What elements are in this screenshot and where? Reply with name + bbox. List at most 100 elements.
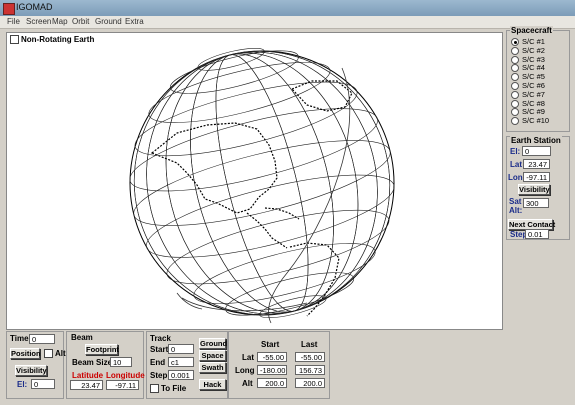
long-start-field[interactable]: -180.00 (257, 365, 287, 375)
long-last-field[interactable]: 156.73 (295, 365, 325, 375)
values-long-label: Long (235, 366, 255, 375)
spacecraft-radio[interactable]: S/C #6 (511, 81, 545, 91)
footprint-button[interactable]: Footprint (85, 344, 119, 355)
bottom-panel: Time 0 Position Alt Visibility El: 0 Bea… (6, 331, 501, 401)
alt-start-field[interactable]: 200.0 (257, 378, 287, 388)
lat-start-field[interactable]: -55.00 (257, 352, 287, 362)
spacecraft-radio[interactable]: S/C #2 (511, 46, 545, 55)
parallel-line (259, 295, 327, 319)
menu-file[interactable]: File (7, 17, 20, 26)
beam-group: Beam Footprint Beam Size 10 Latitude Lon… (66, 331, 145, 399)
title-bar: IGOMAD (0, 0, 575, 16)
earth-globe (129, 47, 395, 324)
meridian-line (133, 50, 391, 316)
radio-icon (511, 73, 519, 82)
to-file-label: To File (161, 384, 187, 393)
spacecraft-radio-label: S/C #8 (522, 98, 545, 108)
alt-last-field[interactable]: 200.0 (295, 378, 325, 388)
parallel-line (193, 243, 376, 304)
station-visibility-button[interactable]: Visibility (518, 184, 550, 195)
parallel-line (148, 62, 331, 123)
spacecraft-radio-label: S/C #9 (522, 107, 545, 117)
track-title: Track (150, 334, 171, 343)
track-step-label: Step (150, 371, 168, 380)
app-window: IGOMAD File Screen Map Orbit Ground Extr… (0, 0, 575, 405)
hack-button[interactable]: Hack (199, 379, 226, 390)
col-start-header: Start (261, 340, 280, 349)
spacecraft-radio-label: S/C #3 (522, 54, 545, 64)
earth-station-title: Earth Station (510, 136, 562, 145)
checkbox-icon (44, 349, 53, 359)
track-end-label: End (150, 358, 166, 367)
spacecraft-radio-label: S/C #10 (522, 116, 550, 126)
menu-extra[interactable]: Extra (125, 17, 144, 26)
parallel-line (197, 47, 265, 71)
globe-canvas[interactable]: Non-Rotating Earth (6, 32, 503, 330)
visibility-button[interactable]: Visibility (15, 365, 47, 376)
swath-button[interactable]: Swath (199, 362, 226, 373)
track-group: Track Start 0 End c1 Step 0.001 To File … (146, 331, 228, 399)
beam-size-label: Beam Size (72, 358, 113, 367)
spacecraft-radio-label: S/C #4 (522, 63, 545, 73)
spacecraft-radio[interactable]: S/C #5 (511, 72, 545, 82)
spacecraft-radio[interactable]: S/C #9 (511, 107, 545, 117)
longitude-field[interactable]: -97.11 (106, 380, 139, 390)
spacecraft-radio-label: S/C #6 (522, 81, 545, 90)
longitude-label: Longitude (106, 371, 145, 380)
values-alt-label: Alt (242, 379, 253, 388)
spacecraft-radio[interactable]: S/C #4 (511, 63, 545, 73)
menu-orbit[interactable]: Orbit (72, 17, 89, 26)
spacecraft-radio-label: S/C #5 (522, 72, 545, 82)
col-last-header: Last (301, 340, 318, 349)
space-button[interactable]: Space (199, 350, 226, 361)
globe-graticule (129, 47, 395, 319)
bottom-el-field[interactable]: 0 (31, 379, 55, 389)
position-button[interactable]: Position (10, 348, 41, 359)
latitude-label: Latitude (72, 371, 104, 380)
menu-map[interactable]: Map (52, 17, 68, 26)
app-icon (3, 3, 15, 15)
time-group: Time 0 Position Alt Visibility El: 0 (6, 331, 66, 399)
spacecraft-radio[interactable]: S/C #3 (511, 55, 545, 64)
latitude-field[interactable]: 23.47 (70, 380, 103, 390)
spacecraft-title: Spacecraft (510, 26, 553, 35)
sat-alt-field[interactable]: 300 (523, 198, 549, 208)
continent-coastlines (150, 80, 353, 317)
window-title: IGOMAD (16, 2, 53, 12)
spacecraft-radio[interactable]: S/C #7 (511, 90, 545, 99)
beam-size-field[interactable]: 10 (110, 357, 132, 367)
track-start-field[interactable]: 0 (168, 344, 194, 354)
meridian-line (230, 55, 294, 311)
time-field[interactable]: 0 (29, 334, 55, 344)
to-file-checkbox[interactable]: To File (150, 384, 187, 394)
sat-alt-label-top: Sat (509, 197, 522, 206)
station-el-label: El: (510, 147, 521, 156)
spacecraft-radio[interactable]: S/C #10 (511, 116, 550, 126)
menu-ground[interactable]: Ground (95, 17, 122, 26)
spacecraft-radio[interactable]: S/C #1 (511, 37, 545, 47)
spacecraft-group: Spacecraft S/C #1 S/C #2 S/C #3 S/C #4 S/C #… (506, 26, 570, 132)
track-start-label: Start (150, 345, 169, 354)
ground-button[interactable]: Ground (199, 338, 227, 349)
alt-label: Alt (55, 349, 66, 358)
spacecraft-radio[interactable]: S/C #8 (511, 99, 545, 108)
step-field[interactable]: 0.01 (525, 229, 549, 239)
earth-station-group: Earth Station El: 0 Lat 23.47 Long -97.1… (506, 136, 570, 240)
station-long-field[interactable]: -97.11 (523, 172, 550, 182)
track-end-field[interactable]: c1 (168, 357, 194, 367)
alt-checkbox[interactable]: Alt (44, 349, 66, 359)
lat-last-field[interactable]: -55.00 (295, 352, 325, 362)
spacecraft-radio-label: S/C #7 (522, 89, 545, 99)
values-lat-label: Lat (242, 353, 254, 362)
meridian-line (146, 51, 378, 315)
checkbox-icon (150, 384, 159, 394)
station-lat-field[interactable]: 23.47 (523, 159, 550, 169)
track-values-group: Start Last Lat -55.00 -55.00 Long -180.0… (228, 331, 330, 399)
spacecraft-radio-label: S/C #2 (522, 45, 545, 55)
time-label: Time (10, 334, 29, 343)
meridian-line (146, 51, 378, 315)
menu-screen[interactable]: Screen (26, 17, 51, 26)
track-step-field[interactable]: 0.001 (168, 370, 194, 380)
station-el-field[interactable]: 0 (522, 146, 551, 156)
meridian-line (133, 50, 391, 316)
